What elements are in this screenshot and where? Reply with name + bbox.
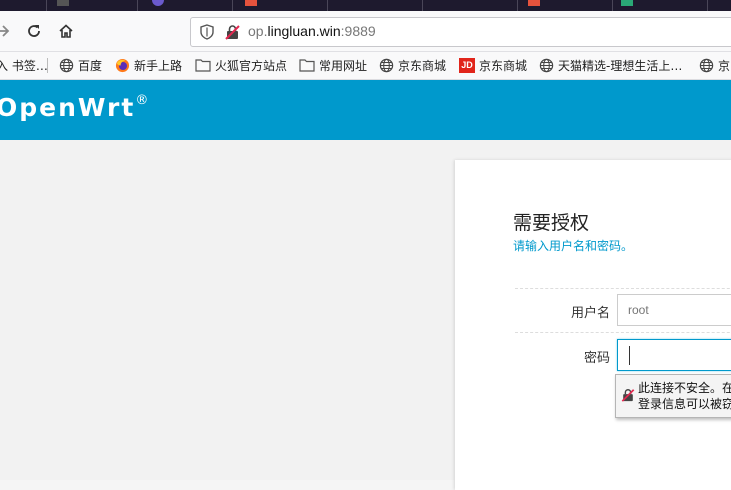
tab-strip xyxy=(0,0,731,11)
reload-icon xyxy=(28,25,40,37)
browser-tab[interactable] xyxy=(518,0,613,11)
bookmarks-toolbar: 入 书签… 百度 新手上路 火狐官方站点 常用网址 京东商城 JD 京东商城 天… xyxy=(0,52,731,80)
browser-tab[interactable] xyxy=(233,0,328,11)
brand-text: OpenWrt xyxy=(0,93,136,122)
tab-favicon-icon xyxy=(621,0,633,6)
bookmark-folder[interactable]: 火狐官方站点 xyxy=(195,57,287,73)
text-caret xyxy=(629,346,630,365)
insecure-lock-icon xyxy=(621,389,635,402)
home-button[interactable] xyxy=(55,20,77,42)
openwrt-header: OpenWrt® xyxy=(0,80,731,140)
brand-logo[interactable]: OpenWrt® xyxy=(0,93,148,122)
bookmark-label: 京东商城 xyxy=(398,58,447,73)
divider xyxy=(515,288,731,289)
divider xyxy=(515,332,731,333)
globe-icon xyxy=(59,58,74,72)
bookmark-label: 新手上路 xyxy=(134,58,183,73)
globe-icon xyxy=(379,58,394,72)
browser-tab[interactable] xyxy=(423,0,518,11)
page-title: 需要授权 xyxy=(513,212,590,234)
password-input[interactable] xyxy=(617,339,731,371)
globe-icon xyxy=(539,58,554,72)
shield-icon[interactable] xyxy=(200,24,214,40)
username-label: 用户名 xyxy=(570,306,610,321)
home-icon xyxy=(59,24,73,38)
bookmark-item[interactable]: JD 京东商城 xyxy=(459,57,527,73)
toolbar-separator xyxy=(47,58,48,73)
browser-tab[interactable] xyxy=(613,0,708,11)
browser-tab[interactable] xyxy=(0,0,47,11)
bookmark-label: 常用网址 xyxy=(319,58,368,73)
address-bar[interactable]: op.lingluan.win:9889 xyxy=(190,17,731,47)
login-subtitle: 请输入用户名和密码。 xyxy=(513,239,634,253)
jd-icon: JD xyxy=(459,57,475,73)
login-panel: 需要授权 请输入用户名和密码。 用户名 密码 此连接不安全。在 登录信息可以被窃 xyxy=(455,160,731,490)
bookmark-label: 火狐官方站点 xyxy=(215,58,288,73)
registered-mark: ® xyxy=(135,92,149,108)
main-content: 需要授权 请输入用户名和密码。 用户名 密码 此连接不安全。在 登录信息可以被窃 xyxy=(0,140,731,490)
insecure-lock-icon[interactable] xyxy=(225,24,240,40)
tab-favicon-icon xyxy=(152,0,164,6)
insecure-login-warning[interactable]: 此连接不安全。在 登录信息可以被窃 xyxy=(615,374,731,418)
bookmark-item[interactable]: 百度 xyxy=(59,57,102,73)
browser-tab[interactable] xyxy=(47,0,138,11)
tab-favicon-icon xyxy=(245,0,257,6)
bookmark-item[interactable]: 天猫精选-理想生活上… xyxy=(539,57,682,73)
tab-favicon-icon xyxy=(57,0,69,6)
bookmark-import[interactable]: 入 书签… xyxy=(0,57,48,73)
folder-icon xyxy=(195,59,211,72)
globe-icon xyxy=(699,58,714,72)
browser-tab[interactable] xyxy=(138,0,233,11)
bookmark-label: 入 书签… xyxy=(0,58,48,73)
bookmark-item[interactable]: 京东商城 xyxy=(379,57,446,73)
bookmark-folder[interactable]: 常用网址 xyxy=(299,57,367,73)
username-input[interactable] xyxy=(617,294,731,326)
bookmark-item[interactable]: 京 xyxy=(699,57,730,73)
folder-icon xyxy=(299,59,315,72)
forward-button[interactable] xyxy=(0,20,14,42)
warning-text: 登录信息可以被窃 xyxy=(638,397,731,411)
reload-button[interactable] xyxy=(23,20,45,42)
bookmark-item[interactable]: 新手上路 xyxy=(115,57,182,73)
firefox-icon xyxy=(115,58,130,72)
arrow-right-icon xyxy=(0,25,10,37)
url-text[interactable]: op.lingluan.win:9889 xyxy=(248,23,376,39)
warning-text: 此连接不安全。在 xyxy=(638,381,731,395)
bookmark-label: 百度 xyxy=(78,58,103,73)
browser-tab[interactable] xyxy=(328,0,423,11)
tab-favicon-icon xyxy=(528,0,540,6)
bookmark-label: 天猫精选-理想生活上… xyxy=(558,58,683,73)
navigation-toolbar: op.lingluan.win:9889 xyxy=(0,11,731,52)
bookmark-label: 京东商城 xyxy=(479,58,528,73)
password-label: 密码 xyxy=(583,351,610,366)
bookmark-label: 京 xyxy=(718,58,731,73)
